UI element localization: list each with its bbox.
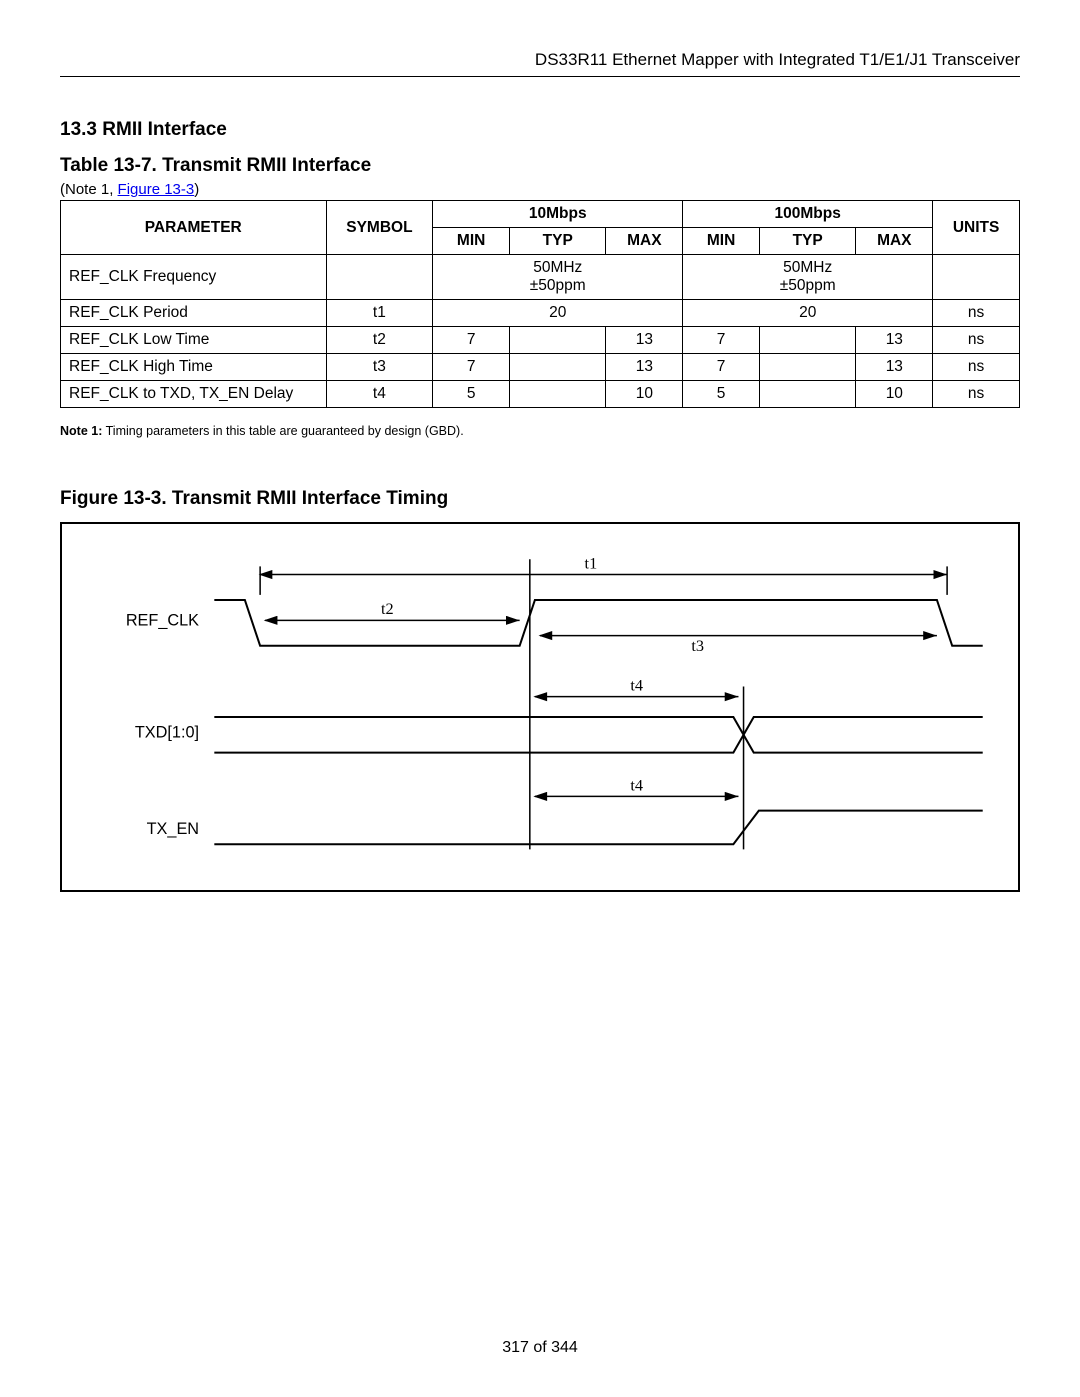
table-note: Note 1: Note 1: Timing parameters in thi… [60,424,1020,438]
th-min10: MIN [433,228,510,255]
th-typ10: TYP [509,228,606,255]
t1-label: t1 [585,553,598,572]
figure-title: Figure 13-3. Transmit RMII Interface Tim… [60,488,1020,510]
th-symbol: SYMBOL [326,201,433,255]
txd-label: TXD[1:0] [135,723,199,741]
table-row: REF_CLK to TXD, TX_EN Delay t4 5 10 5 10… [61,381,1020,408]
section-heading: 13.3 RMII Interface [60,119,1020,141]
th-10mbps: 10Mbps [433,201,683,228]
txen-label: TX_EN [147,820,199,838]
refclk-label: REF_CLK [126,611,199,629]
timing-table: PARAMETER SYMBOL 10Mbps 100Mbps UNITS MI… [60,200,1020,408]
table-row: REF_CLK Frequency 50MHz ±50ppm 50MHz ±50… [61,255,1020,300]
table-title: Table 13-7. Transmit RMII Interface [60,155,1020,177]
table-row: REF_CLK Period t1 20 20 ns [61,300,1020,327]
th-min100: MIN [683,228,760,255]
table-note-ref: (Note 1, Figure 13-3) [60,181,1020,198]
t3-label: t3 [691,636,704,655]
th-100mbps: 100Mbps [683,201,933,228]
figure-ref-link[interactable]: Figure 13-3 [118,181,195,198]
timing-svg: t1 REF_CLK t2 t3 t4 TXD[1:0] t4 [82,544,998,860]
th-typ100: TYP [759,228,856,255]
th-max10: MAX [606,228,683,255]
timing-diagram: t1 REF_CLK t2 t3 t4 TXD[1:0] t4 [60,522,1020,892]
t2-label: t2 [381,599,394,618]
th-units: UNITS [933,201,1020,255]
th-max100: MAX [856,228,933,255]
page-header: DS33R11 Ethernet Mapper with Integrated … [60,50,1020,77]
header-right: DS33R11 Ethernet Mapper with Integrated … [535,50,1020,69]
page-footer: 317 of 344 [0,1339,1080,1357]
t4-upper-label: t4 [630,676,643,695]
th-parameter: PARAMETER [61,201,327,255]
t4-lower-label: t4 [630,775,643,794]
table-row: REF_CLK High Time t3 7 13 7 13 ns [61,354,1020,381]
table-row: REF_CLK Low Time t2 7 13 7 13 ns [61,327,1020,354]
